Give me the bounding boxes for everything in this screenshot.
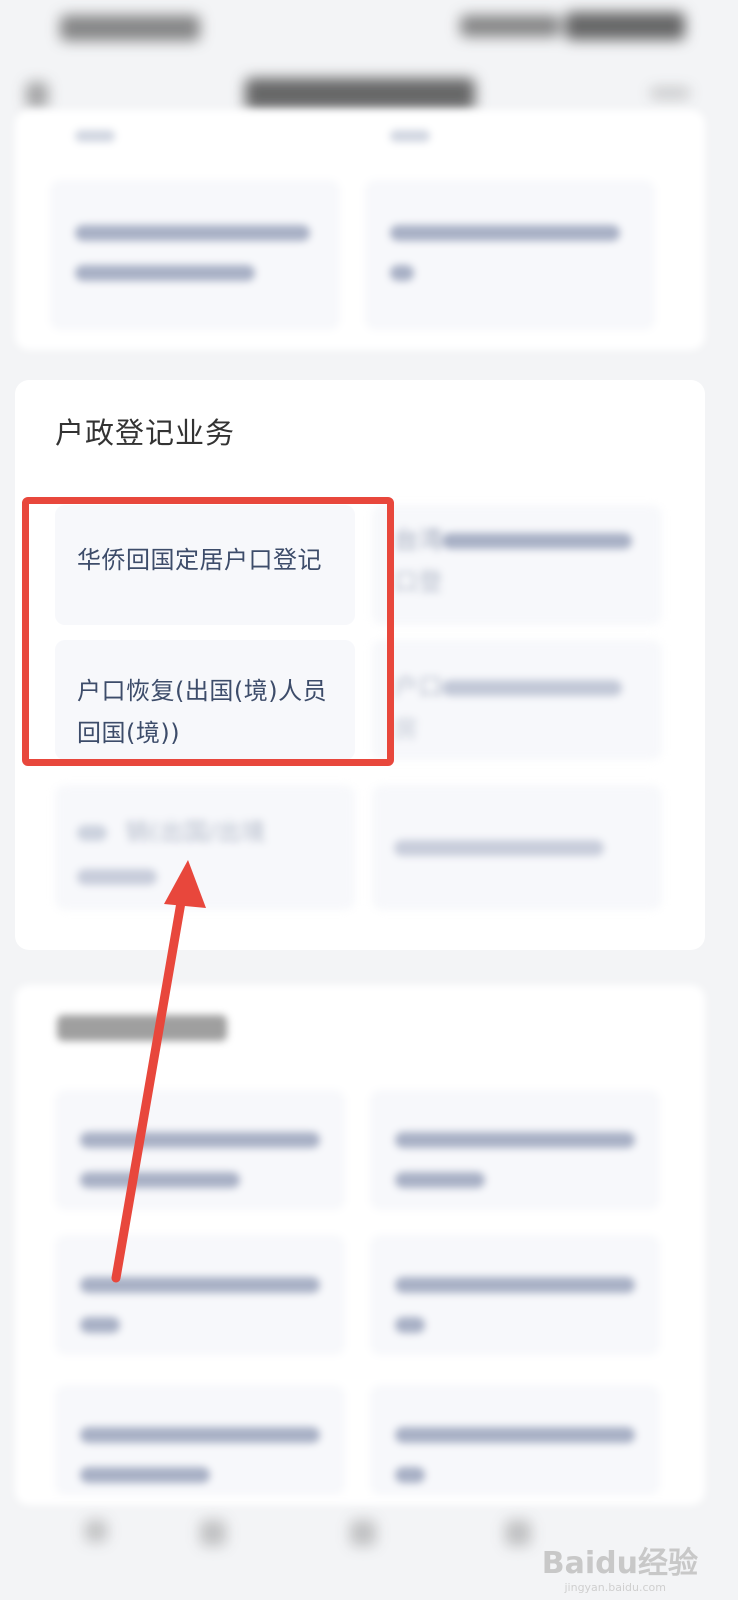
watermark-site: jingyan.baidu.com (564, 1581, 666, 1594)
annotation-arrow-icon (111, 860, 206, 1283)
watermark-brand: Baidu经验 (541, 1546, 698, 1581)
